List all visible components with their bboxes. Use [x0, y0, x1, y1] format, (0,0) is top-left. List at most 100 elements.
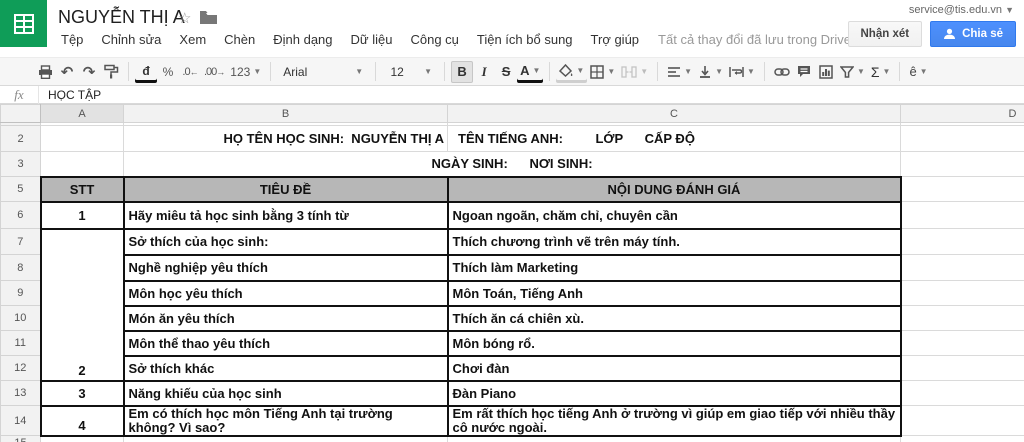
currency-format-button[interactable]: đ: [135, 61, 157, 83]
formula-bar-value[interactable]: HỌC TẬP: [39, 88, 101, 102]
cell-C9[interactable]: Môn Toán, Tiếng Anh: [448, 281, 901, 306]
cell-D6[interactable]: [901, 202, 1024, 229]
paint-format-button[interactable]: [100, 61, 122, 83]
text-color-button[interactable]: A▼: [517, 61, 543, 83]
increase-decimal-button[interactable]: .00→: [201, 61, 227, 83]
account-email[interactable]: service@tis.edu.vn ▼: [909, 4, 1014, 16]
cell-C7[interactable]: Thích chương trình vẽ trên máy tính.: [448, 229, 901, 255]
insert-link-button[interactable]: [771, 61, 793, 83]
redo-button[interactable]: ↷: [78, 61, 100, 83]
borders-button[interactable]: ▼: [587, 61, 618, 83]
column-header-A[interactable]: A: [41, 105, 124, 123]
cell-B5[interactable]: TIÊU ĐỀ: [124, 177, 448, 202]
row-header-8[interactable]: 8: [1, 255, 41, 281]
row-header-2[interactable]: 2: [1, 126, 41, 152]
star-icon[interactable]: ☆: [178, 9, 191, 27]
menu-data[interactable]: Dữ liệu: [342, 29, 402, 50]
cell-D9[interactable]: [901, 281, 1024, 306]
functions-button[interactable]: Σ▼: [868, 61, 894, 83]
input-tools-button[interactable]: ê▼: [906, 61, 930, 83]
menu-insert[interactable]: Chèn: [215, 29, 264, 50]
row-header-6[interactable]: 6: [1, 202, 41, 229]
menu-view[interactable]: Xem: [170, 29, 215, 50]
column-header-B[interactable]: B: [124, 105, 448, 123]
cell-B13[interactable]: Năng khiếu của học sinh: [124, 381, 448, 406]
cell-B2[interactable]: HỌ TÊN HỌC SINH: NGUYỄN THỊ A: [124, 126, 448, 152]
menu-tools[interactable]: Công cụ: [401, 29, 467, 50]
percent-format-button[interactable]: %: [157, 61, 179, 83]
row-header-5[interactable]: 5: [1, 177, 41, 202]
menu-addons[interactable]: Tiện ích bổ sung: [468, 29, 582, 50]
cell-A14[interactable]: 4: [41, 406, 124, 436]
decrease-decimal-button[interactable]: .0←: [179, 61, 201, 83]
cell-A15[interactable]: [41, 436, 124, 442]
cell-A5[interactable]: STT: [41, 177, 124, 202]
cell-C13[interactable]: Đàn Piano: [448, 381, 901, 406]
share-button[interactable]: Chia sẻ: [930, 21, 1016, 47]
undo-button[interactable]: ↶: [56, 61, 78, 83]
column-header-C[interactable]: C: [448, 105, 901, 123]
menu-help[interactable]: Trợ giúp: [582, 29, 649, 50]
row-header-15[interactable]: 15: [1, 436, 41, 442]
cell-D5[interactable]: [901, 177, 1024, 202]
cell-C15[interactable]: [448, 436, 901, 442]
cell-D13[interactable]: [901, 381, 1024, 406]
select-all-corner[interactable]: [1, 105, 41, 123]
row-header-12[interactable]: 12: [1, 356, 41, 381]
cell-C2[interactable]: TÊN TIẾNG ANH: LỚP CẤP ĐỘ: [448, 126, 901, 152]
cell-C5[interactable]: NỘI DUNG ĐÁNH GIÁ: [448, 177, 901, 202]
font-family-select[interactable]: Arial▼: [277, 61, 369, 83]
filter-button[interactable]: ▼: [837, 61, 868, 83]
menu-format[interactable]: Định dạng: [264, 29, 341, 50]
sheets-logo-icon[interactable]: [0, 0, 47, 47]
cell-A6[interactable]: 1: [41, 202, 124, 229]
row-header-3[interactable]: 3: [1, 152, 41, 177]
cell-C6[interactable]: Ngoan ngoãn, chăm chỉ, chuyên cần: [448, 202, 901, 229]
cell-D11[interactable]: [901, 331, 1024, 356]
horizontal-align-button[interactable]: ▼: [664, 61, 695, 83]
insert-chart-button[interactable]: [815, 61, 837, 83]
row-header-11[interactable]: 11: [1, 331, 41, 356]
cell-B6[interactable]: Hãy miêu tả học sinh bằng 3 tính từ: [124, 202, 448, 229]
cell-D3[interactable]: [901, 152, 1024, 177]
cell-B7[interactable]: Sở thích của học sinh:: [124, 229, 448, 255]
cell-C8[interactable]: Thích làm Marketing: [448, 255, 901, 281]
menu-edit[interactable]: Chỉnh sửa: [92, 29, 170, 50]
cell-B10[interactable]: Món ăn yêu thích: [124, 306, 448, 331]
folder-icon[interactable]: [200, 11, 217, 29]
number-format-button[interactable]: 123▼: [227, 61, 264, 83]
row-header-14[interactable]: 14: [1, 406, 41, 436]
menu-file[interactable]: Tệp: [52, 29, 92, 50]
document-title[interactable]: NGUYỄN THỊ A: [58, 7, 185, 28]
cell-D15[interactable]: [901, 436, 1024, 442]
cell-D2[interactable]: [901, 126, 1024, 152]
cell-C14[interactable]: Em rất thích học tiếng Anh ở trường vì g…: [448, 406, 901, 436]
cell-B9[interactable]: Môn học yêu thích: [124, 281, 448, 306]
column-header-D[interactable]: D: [901, 105, 1024, 123]
cell-D7[interactable]: [901, 229, 1024, 255]
font-size-select[interactable]: 12▼: [382, 61, 438, 83]
wrap-text-button[interactable]: ▼: [726, 61, 758, 83]
row-header-9[interactable]: 9: [1, 281, 41, 306]
cell-B8[interactable]: Nghề nghiệp yêu thích: [124, 255, 448, 281]
merge-cells-button[interactable]: ▼: [618, 61, 651, 83]
cell-D10[interactable]: [901, 306, 1024, 331]
cell-A13[interactable]: 3: [41, 381, 124, 406]
cell-D12[interactable]: [901, 356, 1024, 381]
fill-color-button[interactable]: ▼: [556, 61, 587, 83]
cell-B3[interactable]: NGÀY SINH: NƠI SINH:: [124, 152, 901, 177]
cell-D8[interactable]: [901, 255, 1024, 281]
cell-A7-A12-merged[interactable]: 2: [41, 229, 124, 381]
cell-B14[interactable]: Em có thích học môn Tiếng Anh tại trường…: [124, 406, 448, 436]
cell-A2[interactable]: [41, 126, 124, 152]
cell-B11[interactable]: Môn thể thao yêu thích: [124, 331, 448, 356]
italic-button[interactable]: I: [473, 61, 495, 83]
comments-button[interactable]: Nhận xét: [848, 21, 923, 47]
row-header-7[interactable]: 7: [1, 229, 41, 255]
cell-B15[interactable]: [124, 436, 448, 442]
print-button[interactable]: [34, 61, 56, 83]
row-header-10[interactable]: 10: [1, 306, 41, 331]
cell-A3[interactable]: [41, 152, 124, 177]
cell-D14[interactable]: [901, 406, 1024, 436]
cell-B12[interactable]: Sở thích khác: [124, 356, 448, 381]
